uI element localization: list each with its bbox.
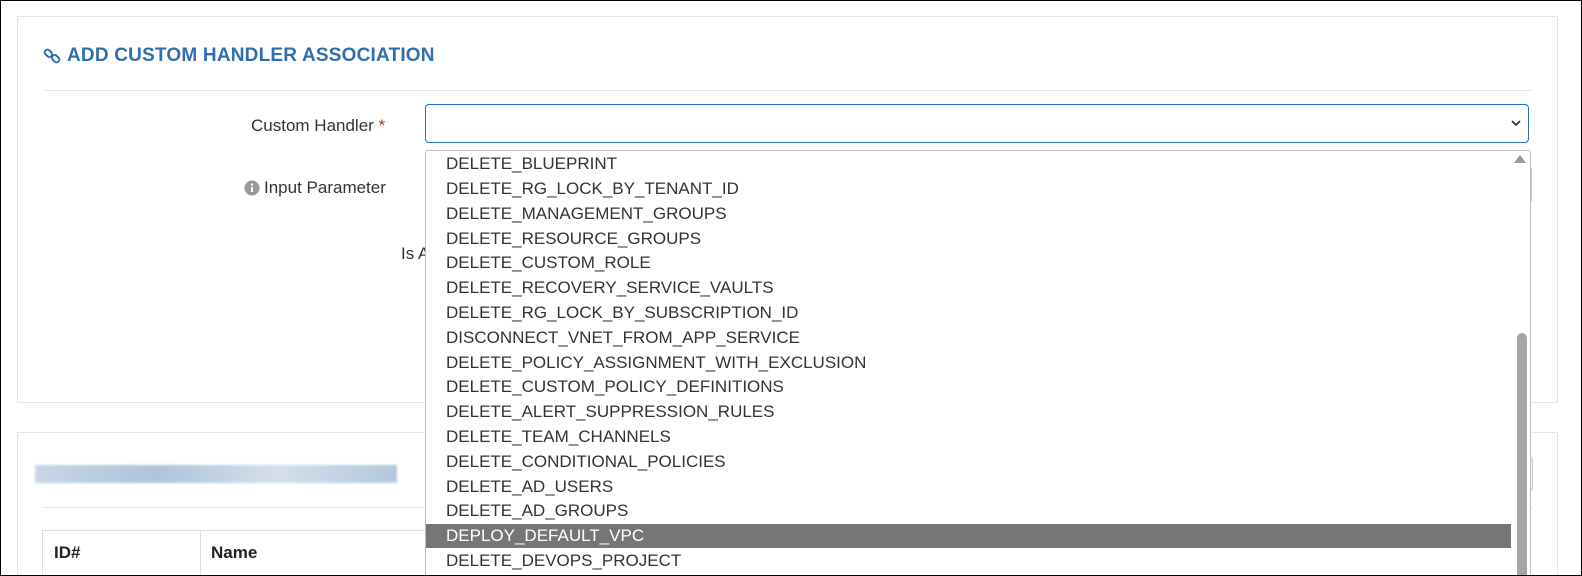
dropdown-option[interactable]: DELETE_CUSTOM_ROLE <box>426 251 1511 275</box>
dropdown-option[interactable]: DELETE_ALERT_SUPPRESSION_RULES <box>426 400 1511 424</box>
scrollbar-thumb[interactable] <box>1517 333 1527 575</box>
scroll-up-arrow-icon[interactable] <box>1514 155 1526 163</box>
dropdown-option[interactable]: DELETE_MANAGEMENT_GROUPS <box>426 202 1511 226</box>
title-divider <box>43 90 1533 91</box>
form-title-text: ADD CUSTOM HANDLER ASSOCIATION <box>67 45 435 66</box>
info-circle-icon <box>244 180 260 196</box>
dropdown-option[interactable]: DISCONNECT_VNET_FROM_APP_SERVICE <box>426 326 1511 350</box>
dropdown-option[interactable]: DELETE_POLICY_ASSIGNMENT_WITH_EXCLUSION <box>426 351 1511 375</box>
dropdown-option[interactable]: DELETE_BLUEPRINT <box>426 152 1511 176</box>
input-parameter-label: Input Parameter <box>244 178 386 198</box>
dropdown-option[interactable]: DELETE_AD_GROUPS <box>426 499 1511 523</box>
column-header-name: Name <box>211 543 258 562</box>
custom-handler-dropdown-list[interactable]: DELETE_BLUEPRINT DELETE_RG_LOCK_BY_TENAN… <box>425 150 1531 575</box>
blurred-heading <box>35 465 397 483</box>
dropdown-option[interactable]: DELETE_DEVOPS_PROJECT <box>426 549 1511 573</box>
dropdown-option[interactable]: DELETE_TEAM_CHANNELS <box>426 425 1511 449</box>
dropdown-scrollbar[interactable] <box>1512 151 1530 575</box>
dropdown-option[interactable]: DELETE_RESOURCE_GROUPS <box>426 227 1511 251</box>
dropdown-option[interactable]: DELETE_RECOVERY_SERVICE_VAULTS <box>426 276 1511 300</box>
link-icon <box>43 48 61 64</box>
custom-handler-label: Custom Handler * <box>251 116 386 135</box>
dropdown-option[interactable]: DELETE_CUSTOM_POLICY_DEFINITIONS <box>426 375 1511 399</box>
page-frame: ADD CUSTOM HANDLER ASSOCIATION Custom Ha… <box>0 0 1582 576</box>
column-header-id: ID# <box>54 543 81 562</box>
custom-handler-select[interactable] <box>425 104 1529 143</box>
dropdown-option[interactable]: DELETE_CONDITIONAL_POLICIES <box>426 450 1511 474</box>
column-separator <box>200 531 201 575</box>
dropdown-option[interactable]: DELETE_RG_LOCK_BY_TENANT_ID <box>426 177 1511 201</box>
form-title: ADD CUSTOM HANDLER ASSOCIATION <box>43 45 435 67</box>
required-mark: * <box>378 116 386 135</box>
associations-table: ID# Name <box>42 530 443 575</box>
chevron-down-icon <box>1511 120 1521 127</box>
dropdown-option[interactable]: DELETE_RG_LOCK_BY_SUBSCRIPTION_ID <box>426 301 1511 325</box>
dropdown-option[interactable]: DELETE_AD_USERS <box>426 475 1511 499</box>
dropdown-option-highlighted[interactable]: DEPLOY_DEFAULT_VPC <box>426 524 1511 548</box>
